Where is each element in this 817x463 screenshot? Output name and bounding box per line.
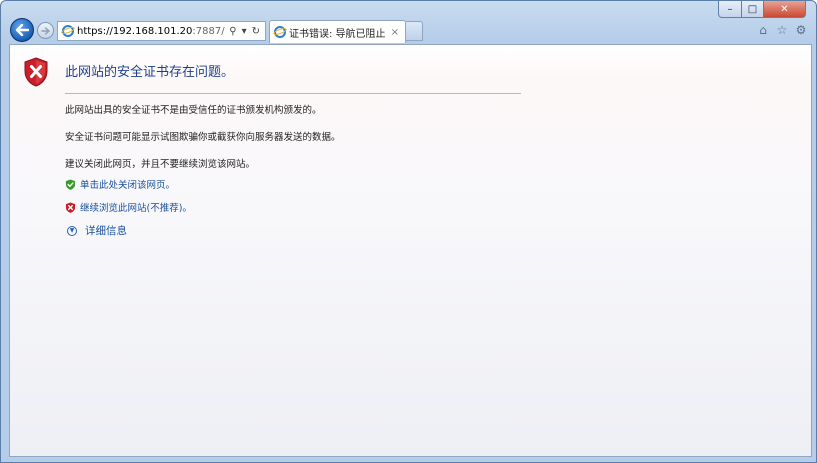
home-icon[interactable]: ⌂ [756,23,770,37]
url-path: :7887/ [192,25,225,37]
address-bar[interactable]: https://192.168.101.20:7887/ ⚲ ▾ ↻ [57,21,266,41]
favorites-star-icon[interactable]: ☆ [775,23,789,37]
refresh-icon[interactable]: ↻ [252,26,260,37]
continue-row: 继续浏览此网站(不推荐)。 [65,200,192,214]
tab-close-icon[interactable]: × [391,27,399,38]
green-shield-check-icon [65,178,76,190]
ie-tab-icon [272,26,288,38]
close-page-row: 单击此处关闭该网页。 [65,177,175,191]
red-shield-x-small-icon [65,201,76,213]
dropdown-icon[interactable]: ▾ [242,26,247,37]
arrow-right-icon [41,26,50,35]
divider [65,93,521,94]
message-risk: 安全证书问题可能显示试图欺骗你或截获你向服务器发送的数据。 [65,132,341,143]
tab-title: 证书错误: 导航已阻止 [289,28,386,40]
search-icon[interactable]: ⚲ [229,26,236,37]
back-button[interactable] [10,18,34,42]
browser-window: – □ ✕ https://192.168.101.20:7887/ ⚲ ▾ ↻ [0,0,817,463]
page-title: 此网站的安全证书存在问题。 [65,65,235,80]
url-host: https://192.168.101.20 [77,25,193,37]
address-tools: ⚲ ▾ ↻ [229,26,265,37]
navigation-bar: https://192.168.101.20:7887/ ⚲ ▾ ↻ 证书错误:… [1,15,816,45]
tab-certificate-error[interactable]: 证书错误: 导航已阻止 × [269,20,406,43]
message-untrusted-issuer: 此网站出具的安全证书不是由受信任的证书颁发机构颁发的。 [65,105,322,116]
close-page-link[interactable]: 单击此处关闭该网页。 [80,177,175,191]
page-content: 此网站的安全证书存在问题。 此网站出具的安全证书不是由受信任的证书颁发机构颁发的… [9,44,812,457]
more-information-toggle[interactable]: ▼ 详细信息 [67,223,127,238]
chevron-down-icon: ▼ [67,225,77,236]
new-tab-button[interactable] [406,21,423,41]
ie-page-icon [60,25,76,37]
red-shield-x-icon [24,57,48,87]
continue-to-website-link[interactable]: 继续浏览此网站(不推荐)。 [80,200,192,214]
more-information-label: 详细信息 [85,225,127,237]
forward-button[interactable] [37,22,54,39]
gear-icon[interactable]: ⚙ [794,23,808,37]
arrow-left-icon [15,24,29,36]
message-recommendation: 建议关闭此网页，并且不要继续浏览该网站。 [65,159,256,170]
toolbar-icons: ⌂ ☆ ⚙ [756,23,808,37]
